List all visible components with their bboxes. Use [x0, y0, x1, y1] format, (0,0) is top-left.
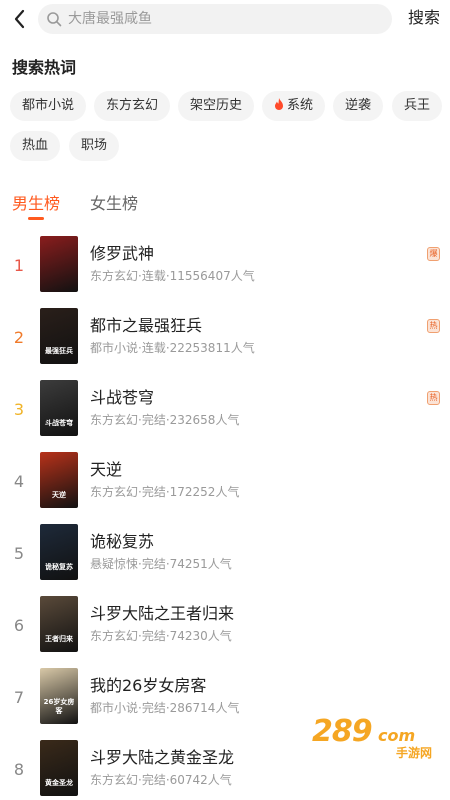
book-title: 都市之最强狂兵: [90, 316, 203, 335]
chevron-left-icon: [14, 9, 25, 29]
cover-title: 斗战苍穹: [45, 419, 73, 427]
rank-number: 2: [13, 328, 25, 347]
cover-title: 黄金圣龙: [45, 779, 73, 787]
book-title: 我的26岁女房客: [90, 676, 207, 695]
book-cover: 王者归来: [40, 596, 78, 652]
active-tab-indicator: [28, 217, 44, 220]
book-meta: 东方玄幻·完结·232658人气: [90, 413, 240, 427]
search-icon: [47, 12, 62, 27]
hot-word-chip[interactable]: 逆袭: [333, 91, 384, 121]
hot-word-label: 逆袭: [345, 98, 372, 113]
rank-number: 1: [13, 256, 25, 275]
search-input[interactable]: 大唐最强咸鱼: [38, 4, 392, 34]
hot-word-label: 架空历史: [190, 98, 243, 113]
hot-word-chip[interactable]: 兵王: [392, 91, 443, 121]
list-item[interactable]: 2 最强狂兵 都市之最强狂兵 都市小说·连载·22253811人气 热: [0, 302, 450, 374]
cover-title: 诡秘复苏: [45, 563, 73, 571]
hot-word-chip[interactable]: 架空历史: [178, 91, 255, 121]
fire-icon: [275, 98, 283, 110]
rank-number: 6: [13, 616, 25, 635]
cover-title: 26岁女房客: [43, 698, 75, 715]
book-title: 斗战苍穹: [90, 388, 155, 407]
book-cover: [40, 236, 78, 292]
rank-number: 7: [13, 688, 25, 707]
rank-number: 5: [13, 544, 25, 563]
cover-title: 天逆: [52, 491, 66, 499]
book-meta: 悬疑惊悚·完结·74251人气: [90, 557, 232, 571]
book-cover: 黄金圣龙: [40, 740, 78, 796]
search-button[interactable]: 搜索: [408, 8, 440, 28]
book-cover: 斗战苍穹: [40, 380, 78, 436]
cover-title: 王者归来: [45, 635, 73, 643]
search-placeholder: 大唐最强咸鱼: [68, 11, 152, 27]
book-cover: 天逆: [40, 452, 78, 508]
hot-badge: 热: [427, 319, 440, 333]
cover-title: 最强狂兵: [45, 347, 73, 355]
hot-word-label: 系统: [287, 98, 314, 113]
hot-badge: 热: [427, 391, 440, 405]
watermark-subtitle: 手游网: [396, 746, 433, 760]
back-button[interactable]: [8, 6, 32, 32]
list-item[interactable]: 6 王者归来 斗罗大陆之王者归来 东方玄幻·完结·74230人气: [0, 590, 450, 662]
book-meta: 东方玄幻·完结·172252人气: [90, 485, 240, 499]
hot-word-label: 都市小说: [22, 98, 75, 113]
tab-male-ranking[interactable]: 男生榜: [12, 194, 60, 214]
hot-words-title: 搜索热词: [12, 58, 77, 77]
list-item[interactable]: 4 天逆 天逆 东方玄幻·完结·172252人气: [0, 446, 450, 518]
ranking-tabs: 男生榜 女生榜: [0, 188, 450, 224]
book-title: 斗罗大陆之黄金圣龙: [90, 748, 235, 767]
rank-number: 8: [13, 760, 25, 779]
book-meta: 都市小说·连载·22253811人气: [90, 341, 255, 355]
list-item[interactable]: 1 修罗武神 东方玄幻·连载·11556407人气 爆: [0, 230, 450, 302]
book-meta: 东方玄幻·连载·11556407人气: [90, 269, 255, 283]
hot-word-chip[interactable]: 东方玄幻: [94, 91, 171, 121]
book-title: 修罗武神: [90, 244, 155, 263]
book-cover: 26岁女房客: [40, 668, 78, 724]
hot-word-label: 东方玄幻: [106, 98, 159, 113]
hot-word-chip[interactable]: 热血: [10, 131, 61, 161]
book-cover: 最强狂兵: [40, 308, 78, 364]
list-item[interactable]: 5 诡秘复苏 诡秘复苏 悬疑惊悚·完结·74251人气: [0, 518, 450, 590]
book-title: 斗罗大陆之王者归来: [90, 604, 235, 623]
watermark-domain: com: [378, 726, 416, 745]
top-bar: 大唐最强咸鱼 搜索: [0, 0, 450, 38]
book-meta: 都市小说·完结·286714人气: [90, 701, 240, 715]
list-item[interactable]: 3 斗战苍穹 斗战苍穹 东方玄幻·完结·232658人气 热: [0, 374, 450, 446]
hot-word-chip[interactable]: 都市小说: [10, 91, 87, 121]
book-meta: 东方玄幻·完结·74230人气: [90, 629, 232, 643]
tab-female-ranking[interactable]: 女生榜: [90, 194, 138, 214]
hot-word-chip[interactable]: 职场: [69, 131, 120, 161]
hot-word-label: 热血: [22, 138, 49, 153]
hot-word-chip[interactable]: 系统: [262, 91, 326, 121]
rank-number: 3: [13, 400, 25, 419]
watermark-number: 289: [312, 714, 373, 749]
hot-badge: 爆: [427, 247, 440, 261]
book-cover: 诡秘复苏: [40, 524, 78, 580]
rank-number: 4: [13, 472, 25, 491]
book-title: 诡秘复苏: [90, 532, 155, 551]
hot-word-label: 职场: [81, 138, 108, 153]
book-title: 天逆: [90, 460, 123, 479]
hot-word-label: 兵王: [404, 98, 431, 113]
site-watermark: 289 com 手游网: [300, 712, 440, 764]
book-meta: 东方玄幻·完结·60742人气: [90, 773, 232, 787]
